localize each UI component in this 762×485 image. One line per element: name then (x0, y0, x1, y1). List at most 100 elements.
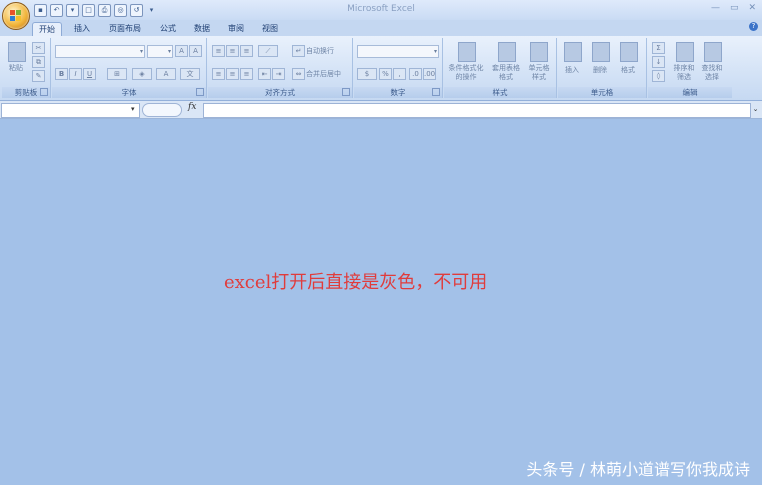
new-icon[interactable]: □ (82, 3, 95, 17)
tab-review[interactable]: 审阅 (222, 22, 250, 36)
spelling-icon[interactable]: ↺ (130, 3, 143, 17)
delete-cells-button[interactable]: 删除 (586, 66, 614, 75)
font-group: A A B I U ⊞ ◈ A 文 字体 (52, 38, 207, 98)
alignment-launcher-icon[interactable] (342, 88, 350, 96)
customize-icon[interactable]: ▾ (146, 5, 157, 16)
conditional-format-icon[interactable] (458, 42, 476, 62)
tab-home[interactable]: 开始 (32, 22, 62, 37)
ribbon: 粘贴 ✂ ⧉ ✎ 剪贴板 A A B I U ⊞ ◈ A 文 字体 ≡ ≡ ≡ … (0, 36, 762, 101)
orientation-icon[interactable]: ⟋ (258, 45, 278, 57)
tab-view[interactable]: 视图 (256, 22, 284, 36)
format-as-table-icon[interactable] (498, 42, 516, 62)
increase-indent-icon[interactable]: ⇥ (272, 68, 285, 80)
format-cells-button[interactable]: 格式 (614, 66, 642, 75)
paste-button[interactable]: 粘贴 (4, 64, 28, 73)
save-icon[interactable]: ▪ (34, 3, 47, 17)
insert-cells-icon[interactable] (564, 42, 582, 62)
sort-filter-icon[interactable] (676, 42, 694, 62)
office-logo-icon (10, 10, 22, 22)
align-middle-icon[interactable]: ≡ (226, 45, 239, 57)
tab-page-layout[interactable]: 页面布局 (104, 22, 146, 36)
align-center-icon[interactable]: ≡ (226, 68, 239, 80)
print-icon[interactable]: ⎙ (98, 3, 111, 17)
fill-icon[interactable]: ↓ (652, 56, 665, 68)
align-left-icon[interactable]: ≡ (212, 68, 225, 80)
print-preview-icon[interactable]: ◎ (114, 3, 127, 17)
cell-styles-icon[interactable] (530, 42, 548, 62)
copy-icon[interactable]: ⧉ (32, 56, 45, 68)
accounting-icon[interactable]: $ (357, 68, 377, 80)
editing-label: 编辑 (648, 87, 732, 98)
find-select-label-line1: 查找和 (701, 64, 723, 72)
grow-font-icon[interactable]: A (175, 45, 188, 57)
find-select-button[interactable]: 查找和 选择 (698, 64, 726, 82)
formula-bar-splitter[interactable] (142, 103, 182, 117)
cells-group: 插入 删除 格式 单元格 (558, 38, 647, 98)
clipboard-launcher-icon[interactable] (40, 88, 48, 96)
expand-formula-bar-icon[interactable]: ⌄ (751, 103, 760, 116)
undo-icon[interactable]: ↶ (50, 3, 63, 17)
wrap-text-button[interactable]: 自动换行 (306, 47, 350, 56)
number-launcher-icon[interactable] (432, 88, 440, 96)
wrap-text-icon[interactable]: ↵ (292, 45, 305, 57)
find-select-icon[interactable] (704, 42, 722, 62)
sort-filter-label-line2: 筛选 (677, 73, 691, 81)
tab-data[interactable]: 数据 (188, 22, 216, 36)
redo-icon[interactable]: ▾ (66, 3, 79, 17)
cut-icon[interactable]: ✂ (32, 42, 45, 54)
tab-formulas[interactable]: 公式 (154, 22, 182, 36)
percent-button[interactable]: % (379, 68, 392, 80)
format-as-table-label-line2: 格式 (499, 73, 513, 81)
align-bottom-icon[interactable]: ≡ (240, 45, 253, 57)
border-icon[interactable]: ⊞ (107, 68, 127, 80)
autosum-button[interactable]: Σ (652, 42, 665, 54)
phonetic-icon[interactable]: 文 (180, 68, 200, 80)
font-launcher-icon[interactable] (196, 88, 204, 96)
font-name-select[interactable] (55, 45, 145, 58)
decrease-decimal-icon[interactable]: .00 (423, 68, 436, 80)
sort-filter-button[interactable]: 排序和 筛选 (670, 64, 698, 82)
delete-cells-icon[interactable] (592, 42, 610, 62)
name-box[interactable] (1, 103, 140, 118)
clear-icon[interactable]: ◊ (652, 70, 665, 82)
comma-icon[interactable]: , (393, 68, 406, 80)
underline-button[interactable]: U (83, 68, 96, 80)
shrink-font-icon[interactable]: A (189, 45, 202, 57)
alignment-group: ≡ ≡ ≡ ⟋ ≡ ≡ ≡ ⇤ ⇥ ↵ 自动换行 ⇔ 合并后居中 对齐方式 (208, 38, 353, 98)
insert-function-icon[interactable]: fx (188, 102, 196, 112)
window-controls: — ▭ ✕ (711, 3, 756, 13)
restore-button[interactable]: ▭ (730, 3, 739, 13)
fill-color-icon[interactable]: ◈ (132, 68, 152, 80)
merge-center-icon[interactable]: ⇔ (292, 68, 305, 80)
watermark-text: 头条号 / 林萌小道谱写你我成诗 (526, 460, 750, 479)
bold-button[interactable]: B (55, 68, 68, 80)
decrease-indent-icon[interactable]: ⇤ (258, 68, 271, 80)
font-color-icon[interactable]: A (156, 68, 176, 80)
name-box-dropdown-icon[interactable]: ▾ (131, 103, 135, 116)
conditional-format-label-line1: 条件格式化 (448, 64, 484, 72)
styles-label: 样式 (444, 87, 556, 98)
help-icon[interactable]: ? (749, 22, 758, 31)
formula-input[interactable] (203, 103, 751, 118)
conditional-format-button[interactable]: 条件格式化 的操作 (444, 64, 488, 82)
cell-styles-label-line2: 样式 (532, 73, 546, 81)
format-as-table-button[interactable]: 套用表格 格式 (488, 64, 524, 82)
cell-styles-button[interactable]: 单元格 样式 (524, 64, 554, 82)
number-format-select[interactable] (357, 45, 439, 58)
paste-icon[interactable] (8, 42, 26, 62)
increase-decimal-icon[interactable]: .0 (409, 68, 422, 80)
tab-insert[interactable]: 插入 (68, 22, 96, 36)
close-button[interactable]: ✕ (748, 3, 756, 13)
annotation-caption: excel打开后直接是灰色，不可用 (224, 272, 488, 293)
align-right-icon[interactable]: ≡ (240, 68, 253, 80)
format-cells-icon[interactable] (620, 42, 638, 62)
font-size-select[interactable] (147, 45, 173, 58)
italic-button[interactable]: I (69, 68, 82, 80)
minimize-button[interactable]: — (711, 3, 720, 13)
align-top-icon[interactable]: ≡ (212, 45, 225, 57)
insert-cells-button[interactable]: 插入 (558, 66, 586, 75)
format-painter-icon[interactable]: ✎ (32, 70, 45, 82)
merge-center-button[interactable]: 合并后居中 (306, 70, 352, 79)
conditional-format-label-line2: 的操作 (455, 73, 477, 81)
office-button[interactable] (2, 2, 30, 30)
